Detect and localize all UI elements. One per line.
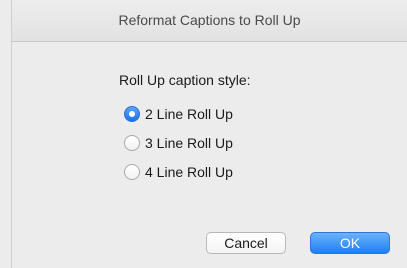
radio-button-selected[interactable] (124, 106, 140, 122)
radio-button[interactable] (124, 164, 140, 180)
ok-button[interactable]: OK (310, 232, 390, 254)
title-bar: Reformat Captions to Roll Up (12, 0, 407, 42)
radio-option-3-line[interactable]: 3 Line Roll Up (124, 133, 233, 153)
radio-label[interactable]: 4 Line Roll Up (145, 164, 233, 180)
radio-label[interactable]: 2 Line Roll Up (145, 106, 233, 122)
window-title: Reformat Captions to Roll Up (118, 12, 301, 28)
roll-up-style-prompt: Roll Up caption style: (119, 72, 251, 88)
radio-option-2-line[interactable]: 2 Line Roll Up (124, 104, 233, 124)
radio-label[interactable]: 3 Line Roll Up (145, 135, 233, 151)
reformat-captions-dialog: Reformat Captions to Roll Up Roll Up cap… (11, 0, 407, 268)
radio-option-4-line[interactable]: 4 Line Roll Up (124, 162, 233, 182)
radio-button[interactable] (124, 135, 140, 151)
cancel-button[interactable]: Cancel (206, 232, 286, 254)
